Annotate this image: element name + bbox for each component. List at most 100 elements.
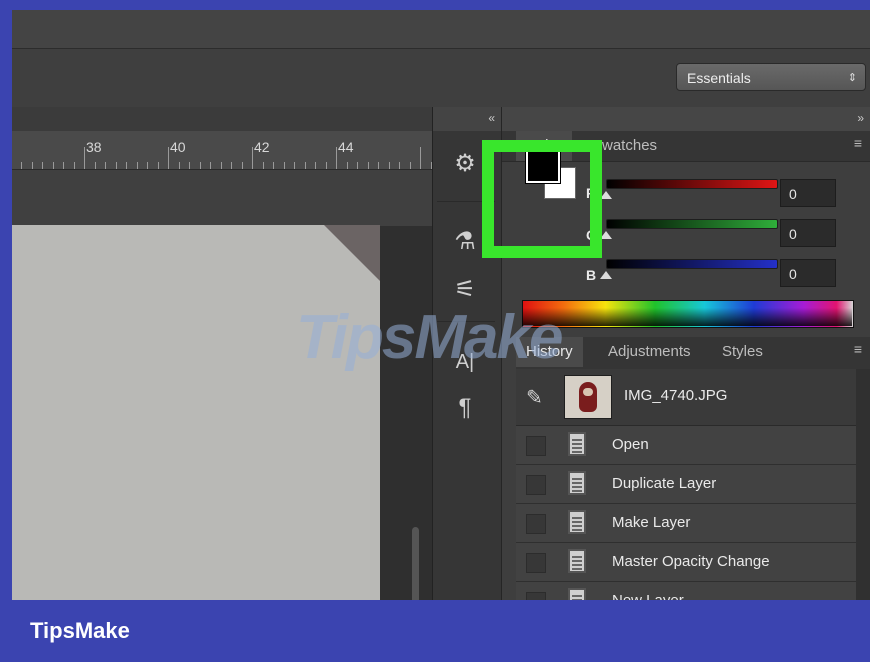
- snapshot-thumbnail: [564, 375, 612, 419]
- workspace-label: Essentials: [687, 70, 751, 86]
- ruler-tick: [346, 162, 348, 169]
- image-canvas[interactable]: [12, 225, 380, 600]
- ruler-label: 44: [338, 139, 354, 155]
- ruler-tick: [73, 162, 75, 169]
- ruler-tick: [21, 162, 22, 169]
- green-value-field[interactable]: 0: [780, 219, 836, 247]
- ruler-tick: [399, 162, 400, 169]
- collapse-panels-button[interactable]: »: [502, 107, 870, 131]
- workspace-select[interactable]: Essentials ⇕: [676, 63, 866, 91]
- ruler-tick: [178, 162, 180, 169]
- history-item[interactable]: Open: [516, 426, 856, 465]
- ruler-tick: [52, 162, 54, 169]
- history-snapshot[interactable]: ✎ IMG_4740.JPG: [516, 369, 856, 426]
- ruler-tick: [94, 162, 96, 169]
- brush-presets-icon[interactable]: ⚗: [445, 225, 485, 259]
- history-state-icon: [568, 432, 586, 456]
- tab-styles[interactable]: Styles: [712, 337, 773, 367]
- history-item-label: Master Opacity Change: [612, 553, 770, 570]
- canvas-scrollbar[interactable]: [412, 527, 419, 600]
- ruler-label: 42: [254, 139, 270, 155]
- ruler-tick: [115, 162, 117, 169]
- panel-menu-icon[interactable]: ≡: [854, 341, 862, 357]
- ruler-tick: [189, 162, 190, 169]
- ruler-tick: [252, 147, 253, 169]
- spectrum-shade: [522, 300, 852, 326]
- ruler-tick: [157, 162, 159, 169]
- history-item-label: New Layer: [612, 592, 684, 600]
- ruler-tick: [294, 162, 295, 169]
- history-item[interactable]: Master Opacity Change: [516, 543, 856, 582]
- green-slider[interactable]: [606, 219, 778, 229]
- history-item-label: Open: [612, 436, 649, 453]
- history-brush-source-checkbox[interactable]: [526, 592, 546, 600]
- watermark: TipsMake: [296, 303, 563, 372]
- ruler-label: 38: [86, 139, 102, 155]
- history-brush-source-checkbox[interactable]: [526, 475, 546, 495]
- document-tab-strip: [12, 107, 432, 131]
- ruler-tick: [147, 162, 148, 169]
- horizontal-ruler: 38 40 42 44: [12, 131, 432, 170]
- history-item[interactable]: Make Layer: [516, 504, 856, 543]
- ruler-tick: [336, 147, 337, 169]
- page-curl: [324, 225, 380, 281]
- blue-label: B: [586, 267, 597, 283]
- history-item[interactable]: New Layer: [516, 582, 856, 600]
- photoshop-window: Essentials ⇕ 38 40 42 44 « ⚙ ⚗ ⚟ A| ¶ » …: [12, 10, 870, 600]
- ruler-tick: [325, 162, 327, 169]
- ruler-tick: [136, 162, 138, 169]
- ruler-tick: [262, 162, 264, 169]
- collapse-icons-button[interactable]: «: [433, 107, 501, 131]
- ruler-tick: [357, 162, 358, 169]
- red-value-field[interactable]: 0: [780, 179, 836, 207]
- ruler-tick: [304, 162, 306, 169]
- history-brush-source-checkbox[interactable]: [526, 514, 546, 534]
- tab-adjustments[interactable]: Adjustments: [598, 337, 701, 367]
- history-brush-source-checkbox[interactable]: [526, 553, 546, 573]
- history-item-label: Make Layer: [612, 514, 691, 531]
- ruler-tick: [409, 162, 411, 169]
- history-brush-source-checkbox[interactable]: [526, 436, 546, 456]
- ruler-tick: [210, 162, 211, 169]
- info-panel-icon[interactable]: ⚙: [445, 147, 485, 181]
- history-brush-icon[interactable]: ✎: [526, 385, 543, 410]
- history-item-label: Duplicate Layer: [612, 475, 717, 492]
- ruler-tick: [378, 162, 379, 169]
- brand-label: TipsMake: [30, 618, 130, 643]
- ruler-label: 40: [170, 139, 186, 155]
- footer-bar: TipsMake: [0, 600, 870, 662]
- ruler-tick: [168, 147, 169, 169]
- ruler-tick: [388, 162, 390, 169]
- ruler-tick: [199, 162, 201, 169]
- blue-slider-thumb[interactable]: [600, 271, 612, 279]
- history-state-icon: [568, 510, 586, 534]
- blue-value-field[interactable]: 0: [780, 259, 836, 287]
- paragraph-panel-icon[interactable]: ¶: [445, 391, 485, 425]
- history-item[interactable]: Duplicate Layer: [516, 465, 856, 504]
- highlight-box: [482, 140, 602, 258]
- ruler-tick: [126, 162, 127, 169]
- panel-menu-icon[interactable]: ≡: [854, 135, 862, 151]
- ruler-tick: [241, 162, 243, 169]
- ruler-tick: [220, 162, 222, 169]
- history-scrollbar[interactable]: [856, 369, 870, 600]
- snapshot-label: IMG_4740.JPG: [624, 387, 728, 404]
- ruler-tick: [231, 162, 232, 169]
- ruler-tick: [84, 147, 85, 169]
- blue-slider[interactable]: [606, 259, 778, 269]
- history-state-icon: [568, 588, 586, 600]
- ruler-tick: [63, 162, 64, 169]
- history-state-icon: [568, 471, 586, 495]
- ruler-tick: [283, 162, 285, 169]
- ruler-tick: [105, 162, 106, 169]
- history-state-icon: [568, 549, 586, 573]
- ruler-tick: [31, 162, 33, 169]
- ruler-tick: [420, 147, 421, 169]
- ruler-tick: [315, 162, 316, 169]
- options-bar: Essentials ⇕: [12, 49, 870, 108]
- ruler-tick: [42, 162, 43, 169]
- select-arrows-icon: ⇕: [847, 72, 857, 84]
- canvas-margin: [12, 170, 432, 226]
- ruler-tick: [367, 162, 369, 169]
- red-slider[interactable]: [606, 179, 778, 189]
